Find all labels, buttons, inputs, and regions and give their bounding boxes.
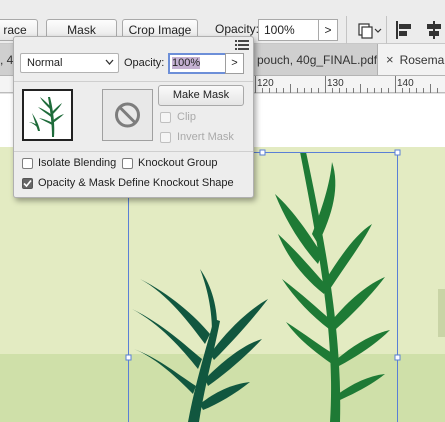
panel-menu-icon[interactable] bbox=[235, 39, 249, 51]
opacity-dropdown-arrow[interactable]: > bbox=[318, 19, 338, 41]
opacity-label: Opacity: bbox=[215, 22, 260, 36]
scrollbar-handle[interactable] bbox=[438, 289, 445, 337]
panel-opacity-label: Opacity: bbox=[124, 57, 165, 69]
fern-thumbnail-icon bbox=[29, 97, 64, 137]
clip-label: Clip bbox=[177, 111, 196, 123]
tab-label: Rosemar bbox=[399, 53, 445, 67]
divider bbox=[14, 81, 253, 82]
tab-label: pouch, 40g_FINAL.pdf bbox=[257, 53, 378, 67]
opacity-mask-knockout-checkbox[interactable] bbox=[22, 178, 33, 189]
ruler-tick-label: 140 bbox=[397, 78, 414, 89]
separator bbox=[386, 16, 387, 44]
divider bbox=[14, 151, 253, 152]
invert-mask-checkbox[interactable] bbox=[160, 132, 171, 143]
align-left-icon[interactable] bbox=[394, 19, 414, 41]
checkmark-icon bbox=[23, 179, 32, 188]
close-icon[interactable]: × bbox=[386, 52, 394, 67]
image-thumbnail[interactable] bbox=[22, 89, 73, 141]
chevron-down-icon bbox=[105, 59, 114, 65]
arrange-icon[interactable] bbox=[356, 20, 382, 40]
align-center-icon[interactable] bbox=[424, 19, 444, 41]
ruler-tick-label: 130 bbox=[327, 78, 344, 89]
tab-document-1[interactable]: , 4 bbox=[0, 44, 14, 75]
no-mask-icon bbox=[115, 102, 140, 128]
separator bbox=[346, 16, 347, 44]
tab-document-pouch[interactable]: pouch, 40g_FINAL.pdf bbox=[253, 44, 378, 75]
opacity-mask-knockout-label: Opacity & Mask Define Knockout Shape bbox=[38, 177, 234, 189]
mask-thumbnail[interactable] bbox=[102, 89, 153, 141]
tab-label: , 4 bbox=[0, 53, 14, 67]
knockout-group-label: Knockout Group bbox=[138, 157, 218, 169]
effects-panel: Normal Opacity: 100% > Make Mask Clip In… bbox=[13, 36, 254, 198]
panel-opacity-value: 100% bbox=[172, 57, 201, 69]
tab-document-rosemary[interactable]: × Rosemar bbox=[378, 44, 445, 75]
isolate-blending-label: Isolate Blending bbox=[38, 157, 117, 169]
ruler-tick-label: 120 bbox=[257, 78, 274, 89]
isolate-blending-checkbox[interactable] bbox=[22, 158, 33, 169]
blend-mode-select[interactable]: Normal bbox=[20, 53, 119, 73]
blend-mode-value: Normal bbox=[27, 57, 63, 69]
make-mask-button[interactable]: Make Mask bbox=[158, 85, 244, 106]
opacity-input[interactable]: 100% bbox=[258, 19, 318, 41]
invert-mask-label: Invert Mask bbox=[177, 131, 234, 143]
clip-checkbox[interactable] bbox=[160, 112, 171, 123]
panel-opacity-input[interactable]: 100% bbox=[168, 53, 226, 74]
knockout-group-checkbox[interactable] bbox=[122, 158, 133, 169]
panel-opacity-dropdown-arrow[interactable]: > bbox=[225, 53, 244, 74]
